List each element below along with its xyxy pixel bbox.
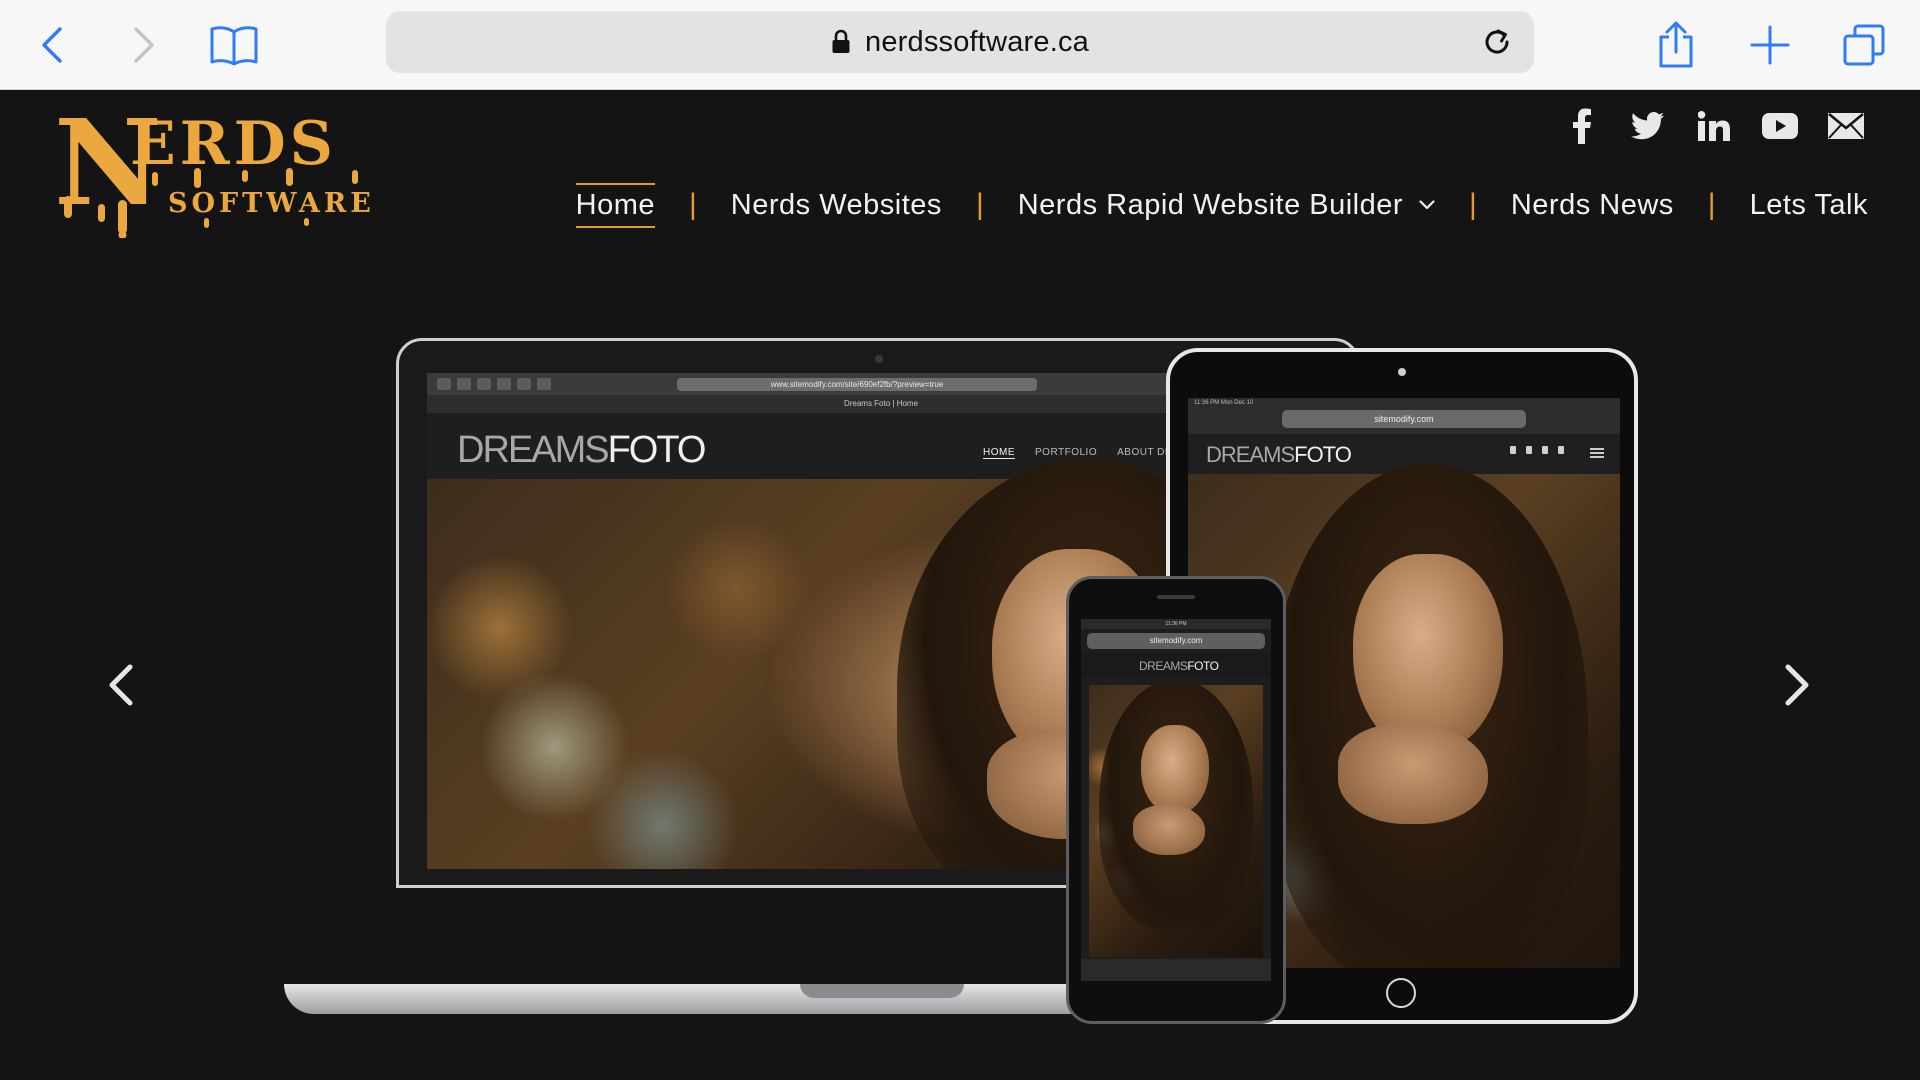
web-page: N ERDS SOFTWARE Home | Nerds Websites | … [0, 90, 1920, 1080]
nav-nerds-websites[interactable]: Nerds Websites [731, 183, 942, 228]
nav-separator: | [688, 188, 697, 221]
main-navigation: Home | Nerds Websites | Nerds Rapid Webs… [575, 182, 1868, 228]
phone-url: sitemodify.com [1087, 633, 1265, 649]
chevron-left-icon [42, 27, 62, 63]
tablet-camera [1398, 368, 1406, 376]
tablet-status: 11:36 PM Mon Dec 10 [1194, 400, 1254, 406]
logo-drips-graphic [64, 168, 358, 238]
linkedin-icon[interactable] [1696, 108, 1732, 144]
tabs-icon [1843, 24, 1885, 66]
laptop-camera [875, 355, 883, 363]
nav-rapid-website-builder-label: Nerds Rapid Website Builder [1017, 188, 1404, 221]
nav-separator: | [975, 188, 984, 221]
facebook-icon[interactable] [1564, 108, 1600, 144]
twitter-icon[interactable] [1630, 108, 1666, 144]
tablet-url: sitemodify.com [1282, 410, 1526, 428]
nav-separator: | [1707, 188, 1716, 221]
browser-toolbar: nerdssoftware.ca [0, 0, 1920, 90]
plus-icon [1750, 25, 1790, 65]
nav-rapid-website-builder[interactable]: Nerds Rapid Website Builder [1018, 183, 1435, 228]
reload-icon [1485, 29, 1509, 54]
tablet-dreamsfoto-logo: DREAMSFOTO [1206, 442, 1352, 467]
book-icon [210, 26, 258, 66]
bookmarks-button[interactable] [206, 17, 262, 73]
tabs-button[interactable] [1836, 17, 1892, 73]
phone-dreamsfoto-logo: DREAMSFOTO [1139, 659, 1219, 673]
nerds-software-logo[interactable]: N ERDS SOFTWARE [54, 104, 414, 238]
share-icon [1659, 21, 1693, 68]
url-text: nerdssoftware.ca [864, 25, 1090, 58]
share-button[interactable] [1648, 17, 1704, 73]
social-links [1564, 108, 1864, 144]
chevron-right-icon [134, 27, 154, 63]
youtube-icon[interactable] [1762, 108, 1798, 144]
slider-prev-button[interactable] [96, 650, 144, 720]
slider-next-button[interactable] [1774, 650, 1822, 720]
address-bar[interactable]: nerdssoftware.ca [386, 11, 1534, 73]
phone-status: 11:36 PM [1081, 619, 1271, 629]
mail-icon[interactable] [1828, 108, 1864, 144]
phone-site-header: DREAMSFOTO [1081, 653, 1271, 677]
chevron-left-icon [109, 664, 133, 706]
forward-button[interactable] [116, 17, 172, 73]
chevron-right-icon [1785, 664, 1809, 706]
laptop-url: www.sitemodify.com/site/690ef2fb/?previe… [677, 377, 1037, 391]
laptop-notch [800, 984, 964, 998]
nav-home[interactable]: Home [575, 182, 655, 228]
phone-speaker [1157, 595, 1195, 599]
tablet-browser-chrome: 11:36 PM Mon Dec 10 sitemodify.com [1188, 398, 1620, 434]
tablet-home-button [1386, 978, 1416, 1008]
phone-browser-toolbar [1081, 959, 1271, 981]
dreamsfoto-logo: DREAMSFOTO [457, 429, 706, 471]
new-tab-button[interactable] [1742, 17, 1798, 73]
nav-nerds-news[interactable]: Nerds News [1511, 183, 1674, 228]
lock-icon [831, 29, 851, 55]
reload-button[interactable] [1474, 19, 1520, 65]
phone-mockup: 11:36 PM sitemodify.com DREAMSFOTO [1066, 576, 1286, 1024]
chevron-down-icon [1419, 200, 1435, 210]
nav-lets-talk[interactable]: Lets Talk [1750, 183, 1868, 228]
nav-separator: | [1469, 188, 1477, 221]
tablet-social-icons [1510, 446, 1564, 454]
back-button[interactable] [24, 17, 80, 73]
phone-hero-photo [1089, 685, 1263, 957]
menu-icon [1590, 448, 1604, 458]
dreamsfoto-nav: HOME PORTFOLIO ABOUT DREA [983, 447, 1187, 459]
phone-screen: 11:36 PM sitemodify.com DREAMSFOTO [1081, 619, 1271, 981]
